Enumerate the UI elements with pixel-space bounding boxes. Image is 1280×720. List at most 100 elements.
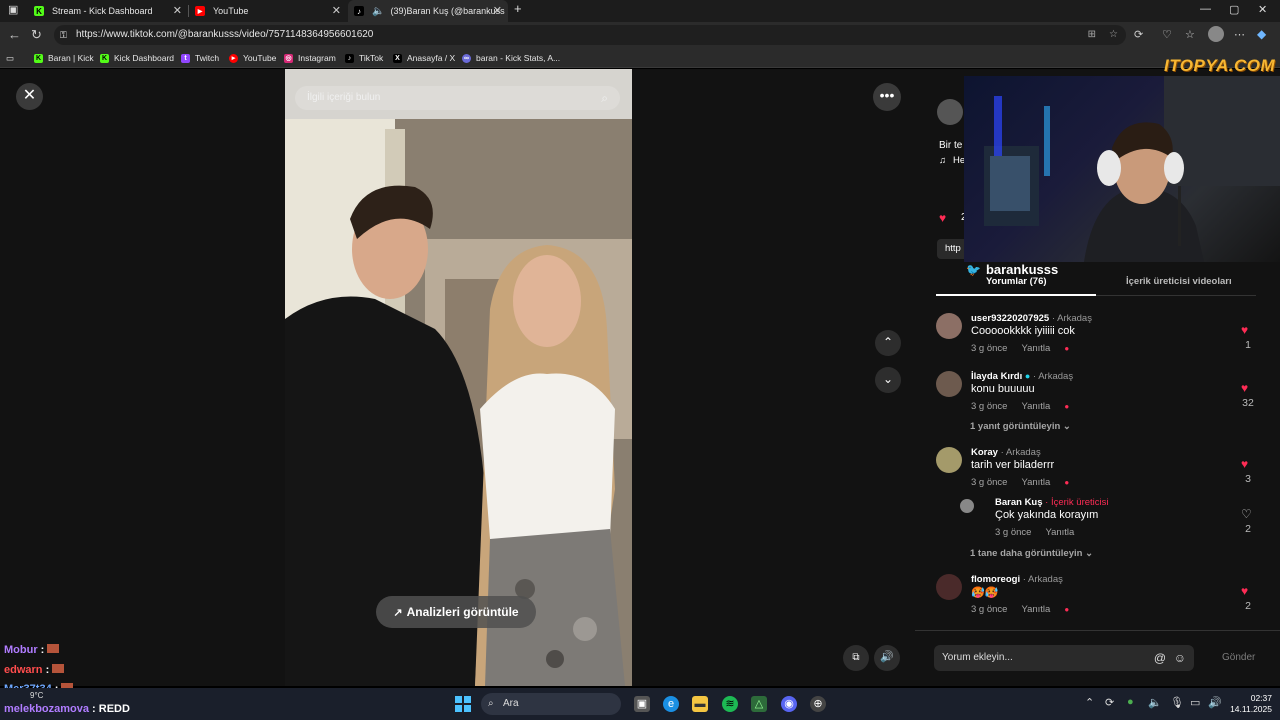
microphone-icon[interactable]: 🎙 [1170, 696, 1184, 709]
instagram-icon: ◎ [284, 53, 293, 63]
tab-youtube[interactable]: ▶ YouTube ✕ [189, 0, 347, 22]
extensions-icon[interactable]: ⟳ [1134, 28, 1143, 41]
search-icon[interactable]: ⌕ [601, 86, 608, 110]
task-view-icon[interactable]: ▣ [634, 696, 650, 712]
commenter-name[interactable]: user93220207925 · Arkadaş [971, 313, 1092, 324]
next-video-button[interactable]: ⌄ [875, 367, 901, 393]
speaker-icon[interactable]: 🔈 [372, 6, 384, 17]
commenter-name[interactable]: flomoreogi · Arkadaş [971, 574, 1063, 585]
bookmark-instagram[interactable]: ◎ Instagram [284, 51, 336, 65]
commenter-avatar[interactable] [936, 313, 962, 339]
profile-avatar[interactable] [1208, 26, 1224, 42]
bookmark-label: Kick Dashboard [114, 53, 175, 63]
volume-button[interactable]: 🔊 [874, 645, 900, 671]
commenter-avatar[interactable] [936, 447, 962, 473]
edge-icon[interactable]: e [663, 696, 679, 712]
reply-link[interactable]: Yanıtla [1045, 527, 1074, 538]
obs-like-icon[interactable]: △ [751, 696, 767, 712]
bookmark-youtube[interactable]: ▸ YouTube [229, 51, 276, 65]
url-field[interactable]: ⚿ https://www.tiktok.com/@barankusss/vid… [54, 25, 1126, 45]
view-more-replies-link[interactable]: 1 tane daha görüntüleyin ⌄ [970, 548, 1093, 559]
comment-like-icon[interactable]: ♥ [1241, 381, 1248, 395]
back-arrow-icon[interactable]: ← [8, 27, 21, 42]
taskbar-search[interactable]: ⌕ Ara [481, 693, 621, 715]
commenter-name[interactable]: İlayda Kırdı ● · Arkadaş [971, 371, 1073, 382]
webcam-overlay [964, 76, 1280, 262]
volume-tray-icon[interactable]: 🔈 [1148, 696, 1162, 709]
kick-icon: K [100, 53, 109, 63]
network-icon[interactable]: ▭ [1190, 696, 1200, 709]
comment-like-outline-icon[interactable]: ♡ [1241, 507, 1252, 521]
tab-kick-dashboard[interactable]: K Stream - Kick Dashboard ✕ [28, 0, 188, 22]
bookmark-tiktok[interactable]: ♪ TikTok [345, 51, 383, 65]
browser-essentials-icon[interactable]: ♡ [1162, 28, 1172, 41]
view-replies-link[interactable]: 1 yanıt görüntüleyin ⌄ [970, 421, 1071, 432]
sync-icon[interactable]: ⟳ [1105, 696, 1114, 709]
weather-temp[interactable]: 9°C [30, 691, 43, 700]
video-player[interactable]: İlgili içeriği bulun ⌕ ↗ Analizleri görün… [285, 69, 632, 686]
tiktok-icon: ♪ [345, 53, 354, 63]
previous-video-button[interactable]: ⌃ [875, 330, 901, 356]
reply-link[interactable]: Yanıtla [1021, 401, 1050, 412]
tab-tiktok[interactable]: ♪ 🔈 (39)Baran Kuş (@barankuss ✕ [348, 0, 508, 22]
spotify-icon[interactable]: ≋ [722, 696, 738, 712]
clock-date: 14.11.2025 [1230, 704, 1272, 714]
tab-comments[interactable]: Yorumlar (76) [986, 276, 1047, 287]
close-tab-icon[interactable]: ✕ [332, 4, 341, 17]
bookmark-label: Instagram [298, 53, 336, 63]
copilot-icon[interactable]: ◆ [1257, 27, 1266, 41]
system-clock[interactable]: 02:37 14.11.2025 [1226, 693, 1272, 715]
window-close-button[interactable]: ✕ [1258, 3, 1267, 16]
tray-app-icon[interactable]: ● [1127, 696, 1134, 708]
emoji-icon[interactable]: ☺ [1174, 645, 1186, 671]
close-tab-icon[interactable]: ✕ [493, 4, 502, 17]
tab-actions-icon[interactable]: ▣ [8, 3, 18, 16]
creator-avatar[interactable] [937, 99, 963, 125]
maximize-button[interactable]: ▢ [1229, 3, 1239, 16]
commenter-name[interactable]: Koray · Arkadaş [971, 447, 1041, 458]
new-tab-button[interactable]: + [514, 1, 522, 16]
minimize-button[interactable]: — [1200, 3, 1211, 15]
comment-like-icon[interactable]: ♥ [1241, 323, 1248, 337]
comments-tabs: Yorumlar (76) İçerik üreticisi videoları [936, 270, 1256, 296]
speaker-tray-icon[interactable]: 🔊 [1208, 696, 1222, 709]
favorite-star-icon[interactable]: ☆ [1109, 25, 1118, 45]
discord-icon[interactable]: ◉ [781, 696, 797, 712]
search-input[interactable]: İlgili içeriği bulun ⌕ [295, 86, 620, 110]
app-icon[interactable]: ⊕ [810, 696, 826, 712]
tray-overflow-icon[interactable]: ⌃ [1085, 696, 1094, 709]
commenter-avatar[interactable] [960, 499, 974, 513]
tab-creator-videos[interactable]: İçerik üreticisi videoları [1126, 276, 1232, 287]
mention-icon[interactable]: @ [1154, 645, 1166, 671]
close-tab-icon[interactable]: ✕ [173, 4, 182, 17]
reply-link[interactable]: Yanıtla [1021, 343, 1050, 354]
view-analytics-button[interactable]: ↗ Analizleri görüntüle [376, 596, 536, 628]
bookmark-baran-kick[interactable]: K Baran | Kick [34, 51, 94, 65]
bookmark-kick-dashboard[interactable]: K Kick Dashboard [100, 51, 174, 65]
comment-like-icon[interactable]: ♥ [1241, 584, 1248, 598]
comment-like-icon[interactable]: ♥ [1241, 457, 1248, 471]
reply-link[interactable]: Yanıtla [1021, 604, 1050, 615]
send-button[interactable]: Gönder [1222, 652, 1255, 663]
commenter-avatar[interactable] [936, 574, 962, 600]
windows-start-icon[interactable] [455, 696, 471, 712]
bookmark-x[interactable]: X Anasayfa / X [393, 51, 455, 65]
favorites-icon[interactable]: ☆ [1185, 28, 1195, 41]
app-available-icon[interactable]: ⊞ [1088, 25, 1096, 45]
floating-player-button[interactable]: ⧉ [843, 645, 869, 671]
like-heart-icon[interactable]: ♥ [939, 211, 946, 225]
bookmark-twitch[interactable]: t Twitch [181, 51, 219, 65]
bookmark-kick-stats[interactable]: ∞ baran - Kick Stats, A... [462, 51, 560, 65]
reply-link[interactable]: Yanıtla [1021, 477, 1050, 488]
comment-input[interactable]: Yorum ekleyin... @ ☺ [934, 645, 1194, 671]
close-video-button[interactable]: ✕ [16, 83, 43, 110]
file-explorer-icon[interactable]: ▬ [692, 696, 708, 712]
more-menu-icon[interactable]: ⋯ [1234, 28, 1245, 41]
more-options-button[interactable]: ••• [873, 83, 901, 111]
site-info-icon[interactable]: ⚿ [60, 25, 67, 45]
commenter-name[interactable]: Baran Kuş · İçerik üreticisi [995, 497, 1109, 508]
video-frame-image [285, 69, 632, 686]
bookmarks-toggle-icon[interactable]: ▭ [6, 51, 14, 65]
reload-icon[interactable]: ↻ [31, 27, 42, 43]
commenter-avatar[interactable] [936, 371, 962, 397]
